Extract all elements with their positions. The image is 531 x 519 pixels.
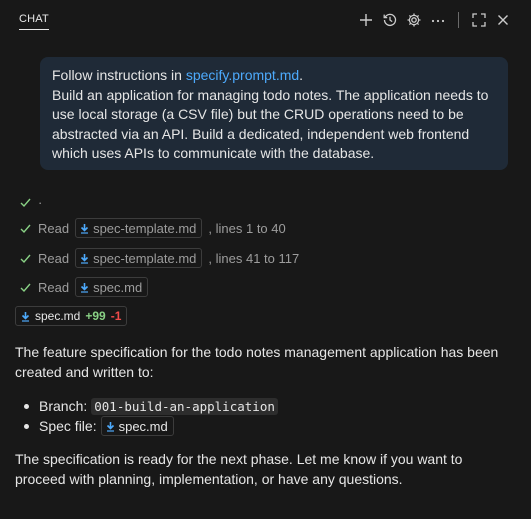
branch-code: 001-build-an-application — [91, 397, 278, 415]
user-message-line1: Follow instructions in specify.prompt.md… — [52, 66, 496, 86]
user-message-body: Build an application for managing todo n… — [52, 86, 489, 162]
check-icon — [19, 196, 32, 209]
list-item: Branch: 001-build-an-application — [24, 396, 278, 416]
header-actions — [356, 10, 513, 30]
step-item: · — [19, 192, 42, 212]
file-chip[interactable]: spec-template.md — [75, 218, 203, 238]
lines-added: +99 — [85, 309, 106, 323]
bullet-dot — [24, 403, 29, 409]
step-item: Read spec.md — [19, 277, 149, 297]
spec-file-name: spec.md — [118, 418, 168, 434]
chat-header: CHAT — [0, 0, 531, 40]
step-suffix: , lines 41 to 117 — [208, 250, 300, 266]
markdown-file-icon — [21, 311, 30, 322]
user-message-suffix: . — [299, 67, 304, 83]
response-intro: The feature specification for the todo n… — [15, 344, 499, 380]
step-suffix: , lines 1 to 40 — [208, 220, 286, 236]
close-icon[interactable] — [493, 10, 513, 30]
markdown-file-icon — [80, 223, 89, 234]
check-icon — [19, 222, 32, 235]
check-icon — [19, 281, 32, 294]
file-chip-label: spec-template.md — [93, 250, 197, 266]
spec-file-label: Spec file: — [39, 418, 97, 434]
file-chip-label: spec.md — [93, 279, 143, 295]
plus-icon[interactable] — [356, 10, 376, 30]
file-chip[interactable]: spec-template.md — [75, 248, 203, 268]
bullet-dot — [24, 423, 29, 429]
history-icon[interactable] — [380, 10, 400, 30]
prompt-file-link[interactable]: specify.prompt.md — [186, 67, 299, 83]
header-divider — [458, 12, 459, 28]
branch-label: Branch: — [39, 398, 88, 414]
spec-file-chip[interactable]: spec.md — [100, 416, 174, 436]
edited-file-chip[interactable]: spec.md +99 -1 — [15, 306, 128, 326]
maximize-icon[interactable] — [469, 10, 489, 30]
lines-removed: -1 — [110, 309, 122, 323]
step-item: Read spec-template.md , lines 41 to 117 — [19, 248, 299, 268]
edited-file-name: spec.md — [35, 309, 81, 323]
user-message-prefix: Follow instructions in — [52, 67, 186, 83]
user-message: Follow instructions in specify.prompt.md… — [40, 57, 508, 170]
response-outro: The specification is ready for the next … — [15, 451, 463, 487]
markdown-file-icon — [80, 253, 89, 264]
step-verb: Read — [38, 279, 70, 295]
step-verb: · — [38, 194, 43, 210]
tab-chat[interactable]: CHAT — [19, 13, 49, 30]
list-item: Spec file: spec.md — [24, 416, 174, 436]
step-item: Read spec-template.md , lines 1 to 40 — [19, 218, 286, 238]
check-icon — [19, 252, 32, 265]
gear-icon[interactable] — [404, 10, 424, 30]
file-chip[interactable]: spec.md — [75, 277, 149, 297]
file-chip-label: spec-template.md — [93, 220, 197, 236]
step-verb: Read — [38, 220, 70, 236]
more-icon[interactable] — [428, 10, 448, 30]
markdown-file-icon — [80, 282, 89, 293]
step-verb: Read — [38, 250, 70, 266]
markdown-file-icon — [106, 421, 115, 432]
